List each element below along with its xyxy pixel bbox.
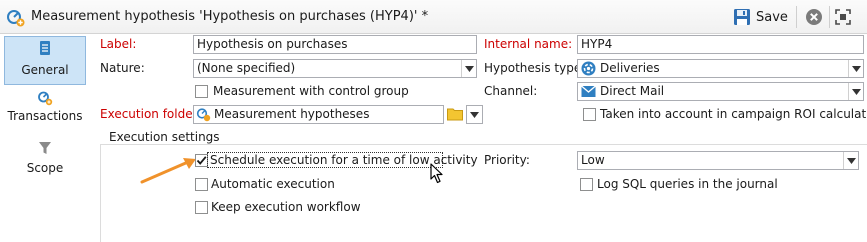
folder-icon[interactable] [447, 107, 463, 121]
transactions-icon [38, 91, 53, 106]
priority-select[interactable]: Low [577, 151, 859, 170]
nav-item-label: Scope [26, 161, 64, 175]
nav-item-label: Transactions [7, 109, 83, 123]
internal-name-label: Internal name: [484, 37, 573, 51]
channel-value: Direct Mail [600, 84, 665, 98]
label-field-label: Label: [100, 37, 137, 51]
document-list-icon [40, 41, 50, 55]
nature-select-value: (None specified) [197, 61, 296, 75]
log-sql-label: Log SQL queries in the journal [597, 177, 778, 191]
group-border [100, 144, 101, 242]
toolbar-separator [796, 6, 797, 28]
automatic-execution-checkbox[interactable] [195, 178, 208, 191]
chevron-down-icon[interactable] [848, 60, 863, 77]
priority-label: Priority: [484, 153, 530, 167]
chevron-down-icon [470, 111, 479, 118]
channel-label: Channel: [484, 84, 538, 98]
measurement-control-checkbox[interactable] [195, 85, 208, 98]
nav-item-scope[interactable]: Scope [4, 138, 86, 178]
channel-select[interactable]: Direct Mail [577, 82, 864, 101]
filter-funnel-icon [39, 142, 51, 154]
mail-envelope-icon [581, 85, 596, 97]
roi-checkbox[interactable] [583, 108, 596, 121]
measurement-control-label: Measurement with control group [213, 84, 409, 98]
chevron-down-icon[interactable] [461, 60, 476, 77]
execution-folder-label: Execution folder: [100, 107, 202, 121]
annotation-arrow-icon [140, 158, 196, 184]
maximize-icon[interactable] [834, 8, 852, 26]
roi-label: Taken into account in campaign ROI calcu… [600, 107, 867, 121]
nav-item-transactions[interactable]: Transactions [4, 88, 86, 128]
execution-folder-input[interactable]: Measurement hypotheses [193, 105, 444, 124]
internal-name-input[interactable]: HYP4 [577, 35, 864, 54]
nature-select[interactable]: (None specified) [193, 59, 477, 78]
window-title: Measurement hypothesis 'Hypothesis on pu… [31, 9, 429, 24]
nature-label: Nature: [100, 61, 145, 75]
mouse-cursor-icon [430, 163, 443, 184]
execution-folder-dropdown[interactable] [466, 105, 483, 124]
floppy-disk-icon [734, 9, 750, 25]
chevron-down-icon[interactable] [848, 83, 863, 100]
hypothesis-icon [7, 10, 25, 27]
hypothesis-type-label: Hypothesis type: [484, 61, 586, 75]
hypothesis-type-value: Deliveries [600, 61, 660, 75]
group-border [100, 144, 867, 145]
keep-workflow-checkbox[interactable] [195, 201, 208, 214]
left-navigation: General Transactions Scope [0, 34, 91, 242]
automatic-execution-label: Automatic execution [211, 177, 335, 191]
cancel-icon[interactable] [805, 8, 823, 26]
title-bar: Measurement hypothesis 'Hypothesis on pu… [0, 0, 867, 34]
label-input[interactable]: Hypothesis on purchases [193, 35, 477, 54]
keep-workflow-label: Keep execution workflow [211, 200, 361, 214]
nav-item-label: General [21, 63, 69, 77]
execution-folder-value: Measurement hypotheses [214, 107, 370, 121]
save-button-label: Save [756, 9, 788, 25]
execution-settings-title: Execution settings [106, 130, 223, 144]
deliveries-icon [581, 61, 596, 76]
nav-item-general[interactable]: General [4, 36, 86, 85]
checkmark-icon [196, 156, 207, 165]
hypothesis-folder-icon [196, 108, 211, 122]
chevron-down-icon[interactable] [843, 152, 858, 169]
hypothesis-type-select[interactable]: Deliveries [577, 59, 864, 78]
save-button[interactable]: Save [733, 5, 791, 29]
log-sql-checkbox[interactable] [580, 178, 593, 191]
priority-value: Low [581, 153, 605, 167]
toolbar-separator [829, 6, 830, 28]
